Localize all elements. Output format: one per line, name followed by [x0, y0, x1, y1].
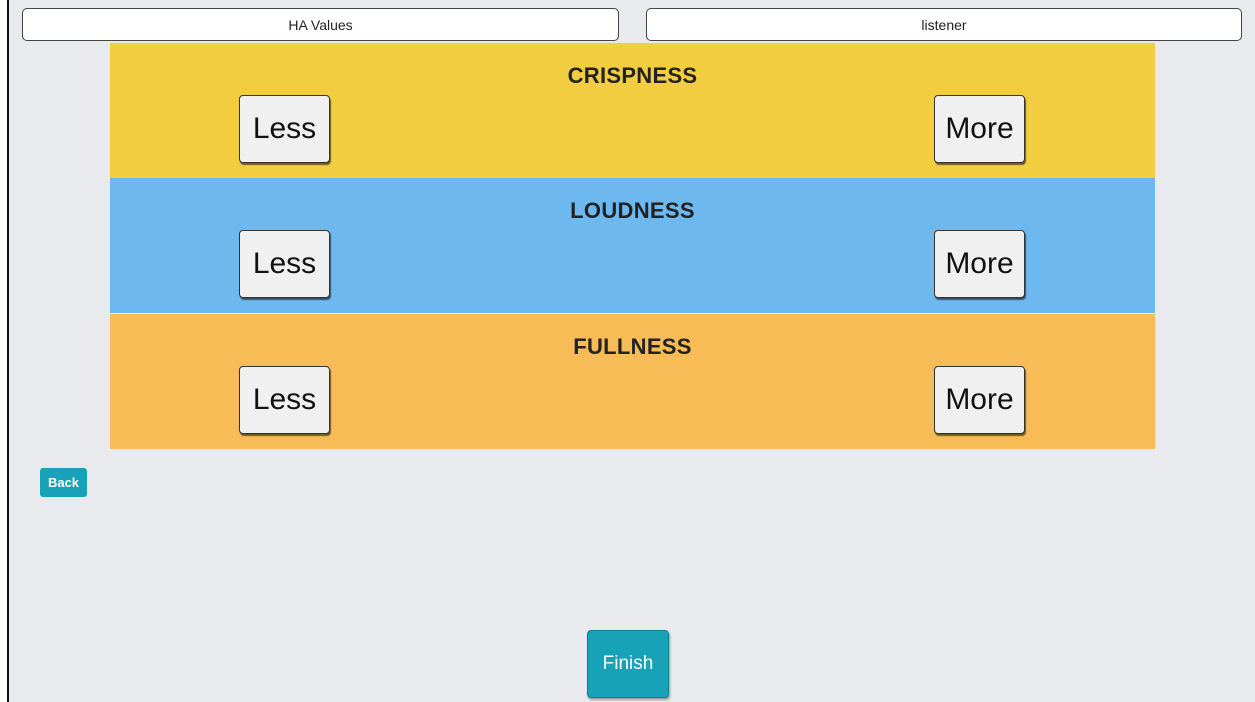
loudness-less-button[interactable]: Less — [239, 230, 330, 298]
loudness-more-button[interactable]: More — [934, 230, 1025, 298]
finish-button[interactable]: Finish — [587, 630, 669, 698]
fullness-panel: FULLNESS Less More — [110, 314, 1155, 449]
crispness-less-button[interactable]: Less — [239, 95, 330, 163]
back-button[interactable]: Back — [40, 468, 87, 497]
ha-values-tab[interactable]: HA Values — [22, 8, 619, 41]
loudness-title: LOUDNESS — [570, 198, 695, 223]
loudness-panel: LOUDNESS Less More — [110, 178, 1155, 313]
crispness-panel: CRISPNESS Less More — [110, 43, 1155, 178]
fullness-less-button[interactable]: Less — [239, 366, 330, 434]
crispness-more-button[interactable]: More — [934, 95, 1025, 163]
fullness-title: FULLNESS — [573, 334, 692, 359]
crispness-title: CRISPNESS — [567, 63, 698, 88]
app-window: HA Values listener CRISPNESS Less More L… — [7, 0, 1255, 702]
fullness-more-button[interactable]: More — [934, 366, 1025, 434]
listener-tab[interactable]: listener — [646, 8, 1242, 41]
